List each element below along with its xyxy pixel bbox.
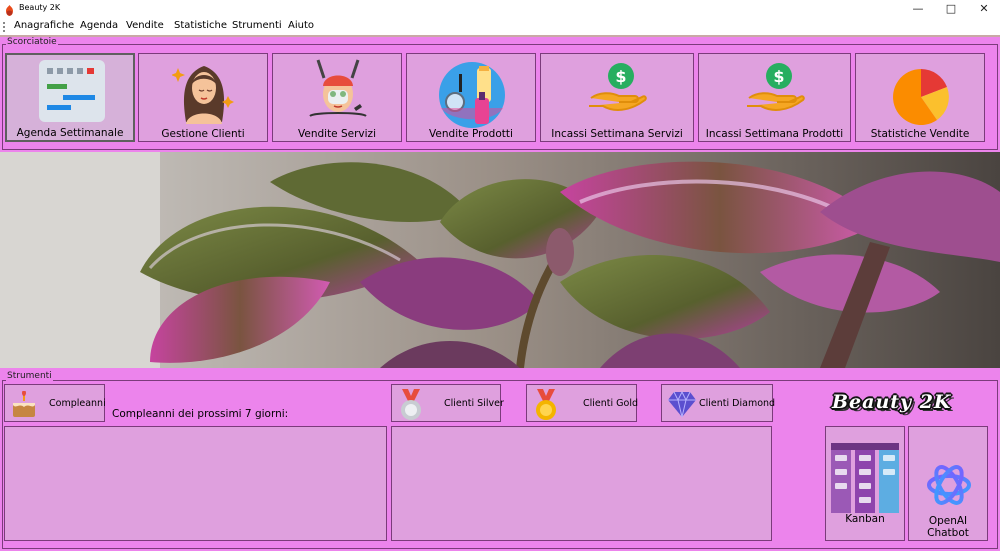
tile-statistiche-vendite[interactable]: Statistiche Vendite bbox=[855, 53, 985, 142]
clienti-silver-label: Clienti Silver bbox=[444, 398, 504, 409]
pie-chart-icon bbox=[893, 69, 949, 125]
tile-agenda-settimanale[interactable]: Agenda Settimanale bbox=[5, 53, 135, 142]
silver-medal-icon bbox=[401, 389, 421, 420]
tile-vendite-prodotti[interactable]: Vendite Prodotti bbox=[406, 53, 536, 142]
gold-medal-icon bbox=[536, 389, 556, 420]
menu-divider bbox=[0, 35, 1000, 37]
window-title: Beauty 2K bbox=[19, 3, 61, 12]
close-button[interactable]: ✕ bbox=[969, 0, 999, 17]
tile-label: Incassi Settimana Servizi bbox=[551, 128, 683, 140]
tile-label: Vendite Prodotti bbox=[429, 128, 513, 140]
menu-vendite[interactable]: Vendite bbox=[126, 17, 164, 35]
tile-incassi-settimana-prodotti[interactable]: $ Incassi Settimana Prodotti bbox=[698, 53, 851, 142]
compleanni-caption: Compleanni dei prossimi 7 giorni: bbox=[112, 408, 289, 420]
clienti-diamond-label: Clienti Diamond bbox=[699, 398, 776, 409]
calendar-schedule-icon bbox=[39, 60, 105, 122]
clients-list-panel[interactable] bbox=[391, 426, 772, 541]
menu-agenda[interactable]: Agenda bbox=[80, 17, 118, 35]
chatbot-label: Chatbot bbox=[927, 527, 969, 539]
banner-plant-image bbox=[0, 152, 1000, 368]
menu-statistiche[interactable]: Statistiche bbox=[174, 17, 227, 35]
birthday-cake-icon bbox=[13, 391, 35, 417]
menu-aiuto[interactable]: Aiuto bbox=[288, 17, 314, 35]
svg-text:$: $ bbox=[773, 67, 784, 86]
tile-label: Vendite Servizi bbox=[298, 128, 376, 140]
woman-face-icon bbox=[172, 66, 234, 124]
svg-text:$: $ bbox=[615, 67, 626, 86]
birthdays-list-panel[interactable] bbox=[4, 426, 387, 541]
menu-grip-icon bbox=[3, 22, 5, 32]
clienti-diamond-button[interactable]: Clienti Diamond bbox=[661, 384, 776, 422]
facial-treatment-icon bbox=[309, 59, 367, 117]
tile-label: Statistiche Vendite bbox=[870, 128, 970, 140]
hand-coin-icon: $ bbox=[589, 63, 647, 111]
kanban-button[interactable]: Kanban bbox=[825, 426, 905, 541]
openai-chatbot-button[interactable]: OpenAI Chatbot bbox=[908, 426, 988, 541]
clienti-gold-button[interactable]: Clienti Gold bbox=[526, 384, 639, 422]
tile-gestione-clienti[interactable]: Gestione Clienti bbox=[138, 53, 268, 142]
compleanni-label: Compleanni bbox=[49, 398, 106, 409]
app-icon bbox=[4, 2, 15, 16]
openai-label: OpenAI bbox=[928, 515, 968, 527]
tools-label: Strumenti bbox=[6, 371, 53, 382]
shortcuts-label: Scorciatoie bbox=[6, 37, 58, 48]
diamond-icon bbox=[668, 390, 696, 418]
tile-incassi-settimana-servizi[interactable]: $ Incassi Settimana Servizi bbox=[540, 53, 694, 142]
maximize-button[interactable]: □ bbox=[936, 0, 966, 17]
clienti-silver-button[interactable]: Clienti Silver bbox=[391, 384, 504, 422]
minimize-button[interactable]: — bbox=[903, 0, 933, 17]
hand-coin-icon: $ bbox=[747, 63, 805, 111]
openai-logo-icon bbox=[927, 465, 971, 505]
tile-label: Incassi Settimana Prodotti bbox=[705, 128, 844, 140]
tile-label: Agenda Settimanale bbox=[16, 127, 124, 139]
menu-strumenti[interactable]: Strumenti bbox=[232, 17, 282, 35]
tile-label: Gestione Clienti bbox=[161, 128, 245, 140]
menu-anagrafiche[interactable]: Anagrafiche bbox=[14, 17, 74, 35]
clienti-gold-label: Clienti Gold bbox=[583, 398, 639, 409]
kanban-label: Kanban bbox=[845, 513, 885, 525]
cosmetics-icon bbox=[439, 62, 505, 128]
kanban-board-icon bbox=[831, 443, 899, 513]
compleanni-button[interactable]: Compleanni bbox=[4, 384, 106, 422]
beauty2k-logo: Beauty 2K bbox=[832, 391, 952, 413]
title-bar bbox=[0, 0, 1000, 17]
tile-vendite-servizi[interactable]: Vendite Servizi bbox=[272, 53, 402, 142]
